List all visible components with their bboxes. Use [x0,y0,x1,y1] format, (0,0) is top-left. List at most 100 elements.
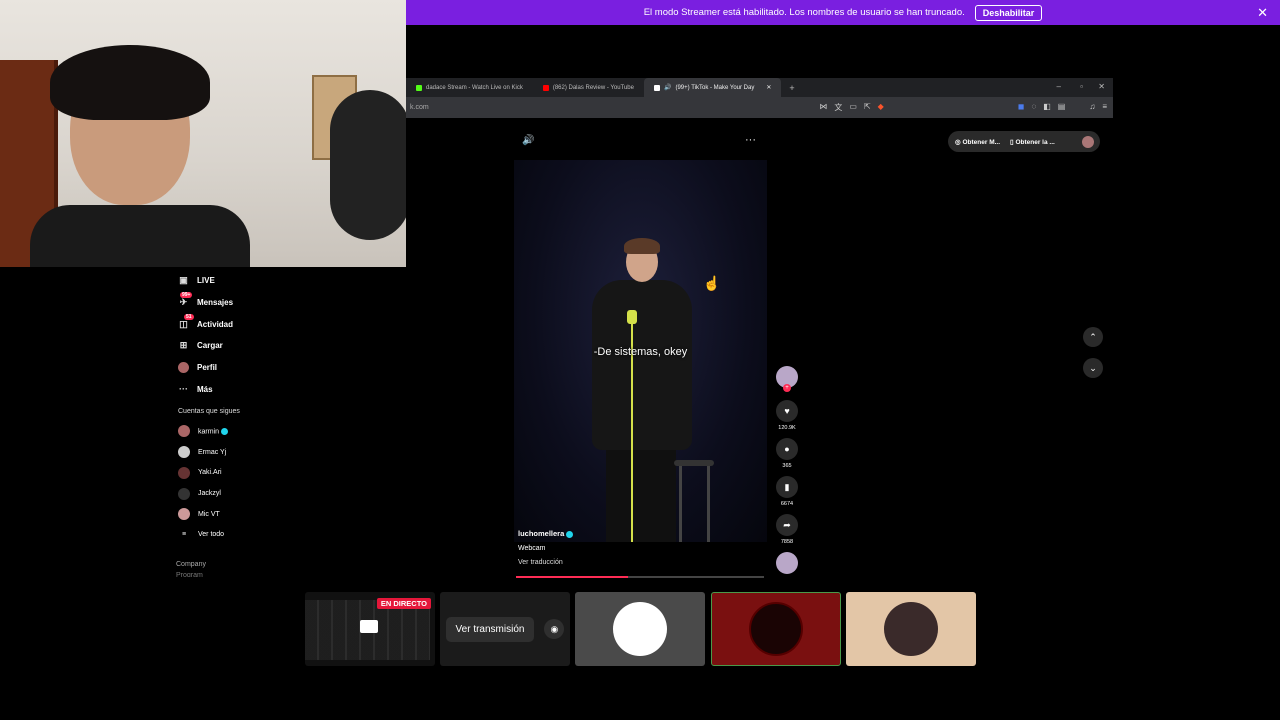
sidebar-item-messages[interactable]: ✈ 99+ Mensajes [178,291,320,314]
avatar [178,487,190,500]
creator-avatar[interactable]: + [776,366,798,392]
sidebar-item-profile[interactable]: Perfil [178,357,320,379]
wallet-icon[interactable]: ▤ [1058,102,1066,113]
save-button[interactable]: ▮ [776,476,798,498]
like-button[interactable]: ♥ [776,400,798,422]
share-icon[interactable]: ⇱ [864,102,871,113]
get-mobile-button[interactable]: ▯ Obtener la ... [1010,138,1055,146]
window-close-button[interactable]: ✕ [1098,82,1105,91]
comment-button[interactable]: ● [776,438,798,460]
streamer-body [30,205,250,267]
user-avatar[interactable] [1082,135,1094,148]
sidebar-item-upload[interactable]: ⊞ Cargar [178,335,320,357]
volume-icon[interactable]: 🔊 [522,135,534,146]
sidebar-item-activity[interactable]: ◫ 51 Actividad [178,313,320,335]
following-account[interactable]: Ermac Yj [178,442,320,463]
streamer-hair [50,45,210,120]
following-title: Cuentas que sigues [178,408,240,416]
browser-window: dadace Stream - Watch Live on Kick (862)… [406,78,1113,118]
video-progress-bar[interactable] [516,576,764,578]
sidebar-icon[interactable]: ◧ [1043,102,1051,113]
cast-icon[interactable]: ▭ [849,102,857,113]
activity-icon: ◫ [179,318,188,329]
share-button[interactable]: ➦ [776,514,798,536]
comedian-hair [624,238,660,254]
sidebar-item-label: Actividad [197,319,234,329]
sidebar-item-label: LIVE [197,276,215,286]
comment-count: 365 [782,463,792,469]
live-preview-tile[interactable]: EN DIRECTO [305,592,435,666]
following-account[interactable]: Jackzyl [178,483,320,504]
address-bar[interactable]: k.com ⋈ 文 ▭ ⇱ ◆ ◼ ◌ ◧ ▤ ♫ ≡ [406,97,1113,118]
save-count: 6674 [780,501,794,507]
video-author[interactable]: luchomellera [518,529,768,538]
speaker-icon: 🔊 [663,85,672,91]
minimize-button[interactable]: – [1057,82,1061,91]
next-video-button[interactable]: ⌄ [1083,358,1103,378]
reader-icon[interactable]: ⋈ [819,102,827,113]
streamer-mode-banner: El modo Streamer está habilitado. Los no… [406,0,1280,25]
participant-tile[interactable] [846,592,976,666]
video-player[interactable]: -De sistemas, okey [514,160,767,542]
footer-company[interactable]: Company [176,561,320,568]
participant-tile[interactable] [575,592,705,666]
brave-shield-icon[interactable]: ◆ [878,102,884,113]
tab-strip: dadace Stream - Watch Live on Kick (862)… [406,78,1113,97]
screen-share-icon [360,620,378,633]
maximize-button[interactable]: ▫ [1080,82,1083,91]
action-rail: + ♥ 120.9K ● 365 ▮ 6674 ➦ 7858 [774,366,800,574]
get-app-button[interactable]: ◎ Obtener M... [955,138,1000,146]
watch-stream-button[interactable]: Ver transmisión [445,616,535,642]
heart-icon: ♥ [784,406,790,416]
following-account[interactable]: Yaki.Ari [178,463,320,484]
messages-icon: ✈ [179,297,188,308]
disable-button[interactable]: Deshabilitar [974,4,1043,21]
microphone [627,310,637,324]
extension-icon[interactable]: ◼ [1018,102,1025,113]
participant-avatar [613,602,667,656]
url-text: k.com [410,104,429,111]
live-badge: EN DIRECTO [376,598,431,609]
sidebar-item-live[interactable]: ▣ LIVE [178,270,320,292]
sidebar-item-label: Cargar [197,341,223,351]
video-info: luchomellera Webcam Ver traducción [518,529,768,566]
comedian-legs [606,445,676,542]
sidebar-item-label: Más [197,384,213,394]
account-name: Ermac Yj [198,448,227,456]
menu-icon[interactable]: ≡ [1102,102,1107,113]
tab-youtube[interactable]: (862) Dalas Review - YouTube [533,78,644,97]
following-account[interactable]: Mic VT [178,504,320,525]
tab-label: (862) Dalas Review - YouTube [552,84,634,91]
progress-fill [516,576,628,578]
share-count: 7858 [780,539,794,545]
view-stream-icon[interactable]: ◉ [544,619,565,639]
tab-kick[interactable]: dadace Stream - Watch Live on Kick [406,78,533,97]
share-arrow-icon: ➦ [783,519,791,530]
following-account[interactable]: karmin [178,421,320,442]
follow-plus-icon[interactable]: + [783,384,791,392]
close-icon[interactable]: ✕ [1257,5,1268,21]
tab-tiktok[interactable]: 🔊 (99+) TikTok - Make Your Day ✕ [643,78,782,97]
tab-label: dadace Stream - Watch Live on Kick [426,84,523,91]
live-icon: ▣ [179,275,188,286]
see-translation-link[interactable]: Ver traducción [518,559,768,566]
mouse-cursor-icon: ☝ [703,275,721,291]
music-icon[interactable]: ♫ [1089,102,1095,113]
new-tab-button[interactable]: + [789,83,794,93]
avatar [178,508,190,521]
sidebar-item-more[interactable]: ··· Más [178,378,320,400]
tiktok-sidebar: ▣ LIVE ✈ 99+ Mensajes ◫ 51 Actividad ⊞ C… [170,270,320,588]
chat-icon[interactable]: ◌ [1031,102,1036,113]
footer-program[interactable]: Program [176,572,320,577]
participant-tile[interactable] [711,592,841,666]
account-name: Jackzyl [198,490,221,498]
bookmark-icon: ▮ [784,481,790,492]
toolbar-icons: ⋈ 文 ▭ ⇱ ◆ ◼ ◌ ◧ ▤ ♫ ≡ [819,102,1107,113]
close-tab-icon[interactable]: ✕ [766,84,771,91]
see-all-link[interactable]: ≡ Ver todo [178,525,320,546]
avatar [178,425,190,438]
previous-video-button[interactable]: ⌃ [1083,327,1103,347]
translate-icon[interactable]: 文 [834,102,842,113]
music-disc-avatar[interactable] [776,552,798,574]
more-options-icon[interactable]: ··· [745,134,756,146]
